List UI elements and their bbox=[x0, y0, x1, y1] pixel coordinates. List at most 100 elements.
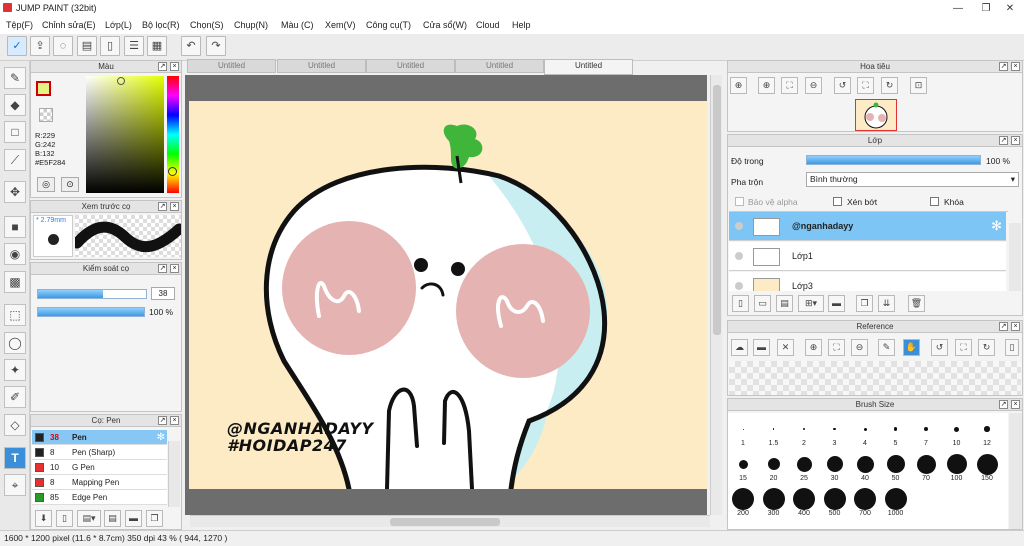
canvas-vertical-scrollbar[interactable] bbox=[710, 75, 722, 515]
eyedropper-small-icon[interactable]: ⊙ bbox=[61, 177, 79, 192]
eye-icon[interactable] bbox=[735, 282, 743, 290]
redo-icon[interactable]: ↷ bbox=[206, 36, 226, 56]
tab-untitled-1[interactable]: Untitled bbox=[187, 59, 276, 73]
brush-size-dot[interactable] bbox=[924, 427, 928, 431]
document-icon[interactable]: ▯ bbox=[100, 36, 120, 56]
rotate-right-icon[interactable]: ↻ bbox=[978, 339, 995, 356]
brush-tool-icon[interactable]: ✎ bbox=[4, 67, 26, 89]
rectangle-select-icon[interactable]: □ bbox=[4, 121, 26, 143]
panel-close-icon[interactable]: × bbox=[170, 62, 179, 71]
brush-size-dot[interactable] bbox=[854, 488, 876, 510]
panel-close-icon[interactable]: × bbox=[170, 202, 179, 211]
menu-window[interactable]: Cửa sổ(W) bbox=[423, 20, 467, 30]
brush-size-dot[interactable] bbox=[863, 427, 867, 431]
hand-icon[interactable]: ✋ bbox=[903, 339, 920, 356]
layer-item-lop3[interactable]: Lớp3 bbox=[729, 272, 1006, 291]
cloud-icon[interactable]: ☁ bbox=[731, 339, 748, 356]
selection-eraser-icon[interactable]: ◇ bbox=[4, 414, 26, 436]
rotate-left-icon[interactable]: ↺ bbox=[931, 339, 948, 356]
brush-size-dot[interactable] bbox=[984, 426, 990, 432]
brush-item-pen-sharp[interactable]: 8 Pen (Sharp) bbox=[32, 445, 167, 460]
brush-size-dot[interactable] bbox=[732, 488, 754, 510]
canvas-horizontal-scrollbar[interactable] bbox=[190, 515, 710, 527]
brush-size-dot[interactable] bbox=[916, 454, 936, 474]
rotate-right-icon[interactable]: ↻ bbox=[881, 77, 898, 94]
brush-size-dot[interactable] bbox=[742, 428, 744, 430]
brush-size-dot[interactable] bbox=[856, 455, 874, 473]
brush-list-scrollbar[interactable] bbox=[168, 441, 180, 507]
flip-icon[interactable]: ⛶ bbox=[857, 77, 874, 94]
panel-close-icon[interactable]: × bbox=[1011, 62, 1020, 71]
reference-image-area[interactable] bbox=[729, 361, 1021, 395]
message-icon[interactable]: ▤ bbox=[77, 36, 97, 56]
shape-tool-icon[interactable]: ■ bbox=[4, 216, 26, 238]
zoom-fit-icon[interactable]: ⊕ bbox=[730, 77, 747, 94]
delete-layer-icon[interactable]: 🗑 bbox=[908, 295, 925, 312]
folder-icon[interactable]: ▬ bbox=[125, 510, 142, 527]
foreground-color-swatch[interactable] bbox=[36, 81, 51, 96]
panel-float-icon[interactable]: ↗ bbox=[158, 62, 167, 71]
brush-size-dot[interactable] bbox=[793, 488, 815, 510]
fill-tool-icon[interactable]: ◉ bbox=[4, 243, 26, 265]
tab-untitled-active[interactable]: Untitled bbox=[544, 59, 633, 75]
zoom-out-icon[interactable]: ⊖ bbox=[851, 339, 868, 356]
eye-icon[interactable] bbox=[735, 252, 743, 260]
panel-close-icon[interactable]: × bbox=[170, 264, 179, 273]
brush-size-dot[interactable] bbox=[954, 426, 959, 432]
brush-size-slider[interactable] bbox=[37, 289, 147, 299]
palette-icon[interactable]: ◎ bbox=[37, 177, 55, 192]
lock-checkbox[interactable] bbox=[930, 197, 939, 206]
brush-size-dot[interactable] bbox=[946, 454, 967, 474]
brush-item-g-pen[interactable]: 10 G Pen bbox=[32, 460, 167, 475]
eyedropper-icon[interactable]: ⌖ bbox=[4, 474, 26, 496]
brush-size-dot[interactable] bbox=[772, 428, 775, 430]
gear-icon[interactable]: ✻ bbox=[157, 430, 165, 445]
panel-float-icon[interactable]: ↗ bbox=[999, 400, 1008, 409]
panel-float-icon[interactable]: ↗ bbox=[999, 322, 1008, 331]
eyedropper-icon[interactable]: ✎ bbox=[878, 339, 895, 356]
flip-icon[interactable]: ⛶ bbox=[955, 339, 972, 356]
panel-close-icon[interactable]: × bbox=[170, 416, 179, 425]
brush-size-dot[interactable] bbox=[762, 488, 785, 510]
merge-layer-icon[interactable]: ⇊ bbox=[878, 295, 895, 312]
vertical-scroll-thumb[interactable] bbox=[713, 85, 721, 335]
menu-filter[interactable]: Bộ lọc(R) bbox=[142, 20, 180, 30]
zoom-actual-icon[interactable]: ⛶ bbox=[781, 77, 798, 94]
panel-float-icon[interactable]: ↗ bbox=[158, 264, 167, 273]
duplicate-icon[interactable]: ❐ bbox=[146, 510, 163, 527]
menu-color[interactable]: Màu (C) bbox=[281, 20, 314, 30]
rotate-left-icon[interactable]: ↺ bbox=[834, 77, 851, 94]
brush-size-dot[interactable] bbox=[833, 427, 836, 431]
layer-opacity-slider[interactable] bbox=[806, 155, 981, 165]
brush-size-input[interactable]: 38 bbox=[151, 287, 175, 300]
saturation-value-picker[interactable] bbox=[86, 76, 164, 193]
menu-cloud[interactable]: Cloud bbox=[476, 20, 500, 30]
brush-size-dot[interactable] bbox=[823, 488, 846, 510]
menu-capture[interactable]: Chụp(N) bbox=[234, 20, 268, 30]
horizontal-scroll-thumb[interactable] bbox=[390, 518, 500, 526]
close-reference-icon[interactable]: ✕ bbox=[777, 339, 794, 356]
brush-size-dot[interactable] bbox=[893, 427, 898, 431]
brush-size-scrollbar[interactable] bbox=[1009, 413, 1022, 529]
panel-close-icon[interactable]: × bbox=[1011, 136, 1020, 145]
list-icon[interactable]: ☰ bbox=[124, 36, 144, 56]
layer-list-scrollbar[interactable] bbox=[1009, 223, 1021, 291]
duplicate-layer-icon[interactable]: ❐ bbox=[856, 295, 873, 312]
new-vector-layer-icon[interactable]: ▭ bbox=[754, 295, 771, 312]
zoom-in-icon[interactable]: ⊕ bbox=[805, 339, 822, 356]
text-tool-icon[interactable]: T bbox=[4, 447, 26, 469]
zoom-actual-icon[interactable]: ⛶ bbox=[828, 339, 845, 356]
menu-select[interactable]: Chọn(S) bbox=[190, 20, 224, 30]
brush-size-dot[interactable] bbox=[738, 459, 748, 469]
tab-untitled-2[interactable]: Untitled bbox=[277, 59, 366, 73]
add-layer-menu-icon[interactable]: ⊞▾ bbox=[798, 295, 824, 312]
brush-size-dot[interactable] bbox=[803, 428, 805, 430]
marquee-icon[interactable]: ⬚ bbox=[4, 304, 26, 326]
check-icon[interactable]: ✓ bbox=[7, 36, 27, 56]
brush-size-dot[interactable] bbox=[884, 488, 907, 510]
brush-size-dot[interactable] bbox=[976, 453, 998, 475]
panel-close-icon[interactable]: × bbox=[1011, 322, 1020, 331]
panel-close-icon[interactable]: × bbox=[1011, 400, 1020, 409]
color-picker-cursor[interactable] bbox=[117, 77, 125, 85]
gradient-tool-icon[interactable]: ▩ bbox=[4, 271, 26, 293]
